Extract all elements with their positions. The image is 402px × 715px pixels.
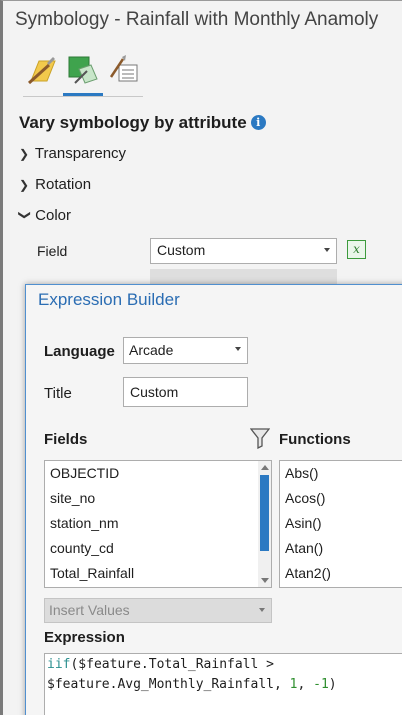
fields-scrollbar[interactable] bbox=[258, 461, 271, 587]
language-label: Language bbox=[44, 343, 115, 360]
vary-symbology-heading: Vary symbology by attribute i bbox=[19, 113, 266, 133]
info-icon[interactable]: i bbox=[250, 115, 266, 130]
dropdown-caret-icon bbox=[235, 347, 241, 351]
expression-builder-dialog: Expression Builder Language Arcade Title… bbox=[25, 284, 402, 715]
functions-label: Functions bbox=[279, 431, 351, 448]
rotation-label: Rotation bbox=[35, 176, 92, 193]
expression-button[interactable]: x bbox=[347, 240, 366, 259]
list-brush-icon bbox=[107, 53, 143, 87]
scroll-down-icon[interactable] bbox=[261, 578, 269, 583]
dropdown-caret-icon bbox=[324, 248, 330, 252]
field-label: Field bbox=[37, 243, 68, 259]
list-item[interactable]: Atan2() bbox=[280, 561, 402, 586]
transparency-section[interactable]: ❯ Transparency bbox=[19, 145, 126, 162]
language-dropdown[interactable]: Arcade bbox=[123, 337, 248, 364]
title-input-value: Custom bbox=[130, 384, 179, 400]
language-value: Arcade bbox=[129, 342, 174, 358]
fields-list[interactable]: OBJECTID site_no station_nm county_cd To… bbox=[44, 460, 272, 588]
scroll-up-icon[interactable] bbox=[261, 465, 269, 470]
list-item[interactable]: Acos() bbox=[280, 486, 402, 511]
title-label: Title bbox=[44, 385, 72, 402]
expr-line1: ($feature.Total_Rainfall > bbox=[70, 657, 274, 672]
expression-label: Expression bbox=[44, 629, 125, 646]
insert-values-dropdown[interactable]: Insert Values bbox=[44, 598, 272, 623]
layer-paint-icon bbox=[65, 53, 101, 87]
symbol-layers-tab[interactable] bbox=[107, 53, 143, 89]
filter-icon[interactable] bbox=[249, 427, 271, 450]
transparency-label: Transparency bbox=[34, 145, 127, 162]
fields-label: Fields bbox=[44, 431, 88, 448]
dialog-title: Expression Builder bbox=[38, 290, 180, 309]
expr-false-value: -1 bbox=[313, 677, 329, 692]
pane-title: Symbology - Rainfall with Monthly Anamol… bbox=[15, 9, 379, 30]
tabs-divider bbox=[23, 96, 143, 97]
chevron-right-icon: ❯ bbox=[19, 178, 30, 192]
insert-values-label: Insert Values bbox=[49, 602, 130, 618]
symbology-pane: Symbology - Rainfall with Monthly Anamol… bbox=[0, 0, 402, 715]
expression-icon: x bbox=[353, 242, 360, 256]
expr-close-paren: ) bbox=[328, 677, 337, 692]
primary-symbology-tab[interactable] bbox=[25, 53, 61, 89]
vary-by-attribute-tab[interactable] bbox=[65, 53, 101, 89]
list-item[interactable]: OBJECTID bbox=[45, 461, 271, 486]
chevron-down-icon: ❯ bbox=[18, 210, 32, 221]
color-section[interactable]: ❯ Color bbox=[18, 207, 72, 224]
expression-editor[interactable]: iif($feature.Total_Rainfall > $feature.A… bbox=[44, 653, 402, 715]
list-item[interactable]: Asin() bbox=[280, 511, 402, 536]
functions-list[interactable]: Abs() Acos() Asin() Atan() Atan2() bbox=[279, 460, 402, 588]
expr-separator: , bbox=[297, 677, 314, 692]
paintbrush-icon bbox=[25, 53, 61, 87]
list-item[interactable]: county_cd bbox=[45, 536, 271, 561]
color-label: Color bbox=[35, 207, 72, 224]
dropdown-caret-icon bbox=[259, 608, 265, 612]
expr-line2: $feature.Avg_Monthly_Rainfall, bbox=[47, 677, 290, 692]
scroll-thumb[interactable] bbox=[260, 475, 269, 551]
field-dropdown[interactable]: Custom bbox=[150, 238, 337, 264]
rotation-section[interactable]: ❯ Rotation bbox=[19, 176, 91, 193]
heading-text: Vary symbology by attribute bbox=[19, 113, 247, 132]
list-item[interactable]: station_nm bbox=[45, 511, 271, 536]
expr-function-name: iif bbox=[47, 657, 71, 672]
symbology-tabs bbox=[23, 53, 148, 97]
list-item[interactable]: Atan() bbox=[280, 536, 402, 561]
field-dropdown-value: Custom bbox=[157, 242, 206, 258]
title-input[interactable]: Custom bbox=[123, 377, 248, 407]
list-item[interactable]: Total_Rainfall bbox=[45, 561, 271, 586]
list-item[interactable]: Abs() bbox=[280, 461, 402, 486]
chevron-right-icon: ❯ bbox=[19, 147, 30, 161]
list-item[interactable]: site_no bbox=[45, 486, 271, 511]
